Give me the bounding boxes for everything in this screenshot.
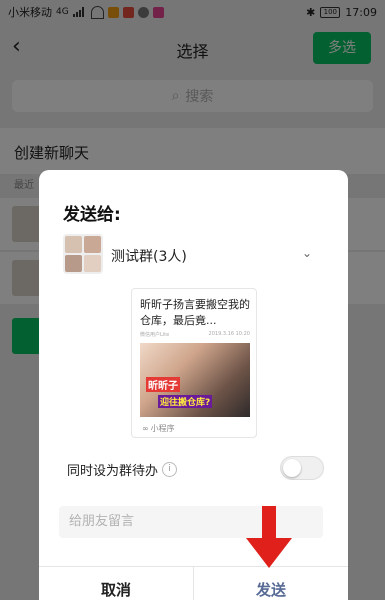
group-todo-label: 同时设为群待办 — [67, 464, 159, 479]
cancel-button[interactable]: 取消 — [39, 567, 194, 600]
card-source-date: 2019.3.16 10:20 — [208, 331, 250, 337]
dialog-button-bar: 取消 发送 — [39, 566, 348, 600]
card-image-caption: 迎往搬仓库? — [158, 395, 213, 408]
send-button[interactable]: 发送 — [194, 567, 348, 600]
card-image: 昕昕子 迎往搬仓库? — [140, 343, 250, 417]
info-icon[interactable]: i — [162, 462, 178, 477]
mini-program-label: 小程序 — [150, 424, 175, 433]
send-dialog: 发送给: 测试群(3人) ⌄ 昕昕子扬言要搬空我的仓库，最后竟... 微信用户L… — [39, 170, 348, 600]
group-todo-option: 同时设为群待办 i — [67, 460, 178, 479]
card-source-name: 微信用户Lite — [140, 332, 170, 338]
chevron-down-icon[interactable]: ⌄ — [302, 246, 318, 262]
mini-program-card: 昕昕子扬言要搬空我的仓库，最后竟... 微信用户Lite 2019.3.16 1… — [131, 288, 257, 438]
red-arrow-icon — [246, 506, 292, 568]
toggle-knob — [283, 459, 301, 477]
dialog-title: 发送给: — [63, 205, 121, 225]
mini-program-tag: ∞ 小程序 — [142, 423, 175, 434]
recipient-name: 测试群(3人) — [111, 249, 187, 265]
group-todo-toggle[interactable] — [280, 456, 324, 480]
message-placeholder: 给朋友留言 — [69, 514, 135, 529]
group-avatar — [63, 234, 103, 274]
card-image-caption: 昕昕子 — [146, 377, 180, 392]
link-icon: ∞ — [142, 424, 149, 433]
card-source: 微信用户Lite 2019.3.16 10:20 — [140, 331, 250, 338]
card-title: 昕昕子扬言要搬空我的仓库，最后竟... — [140, 298, 250, 327]
